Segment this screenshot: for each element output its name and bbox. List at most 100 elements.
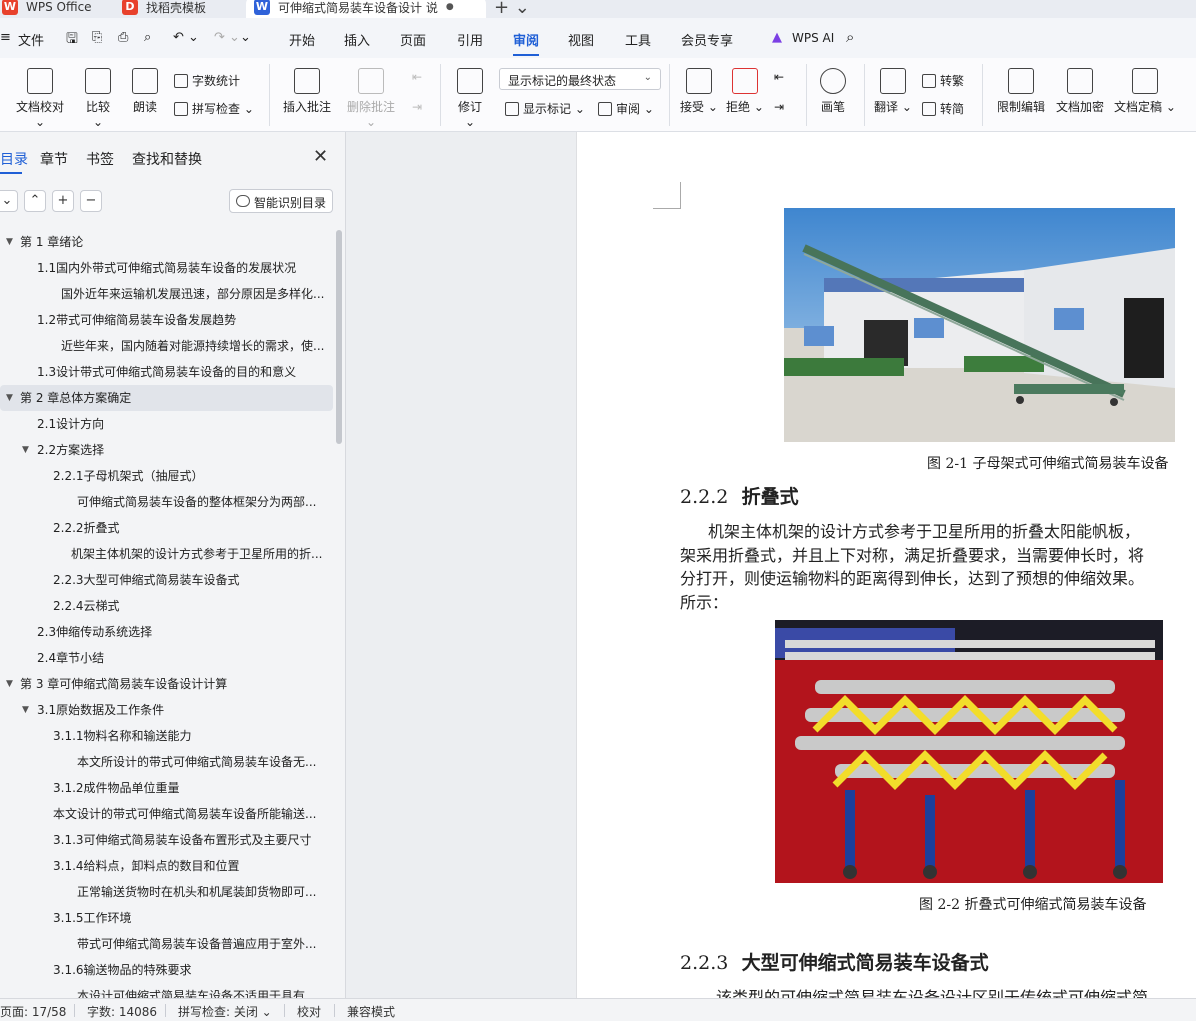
toc-item[interactable]: 3.1.4给料点，卸料点的数目和位置 [0, 853, 336, 879]
proofread-button[interactable]: 文档校对 ⌄ [10, 68, 70, 129]
toc-item[interactable]: 1.2带式可伸缩简易装车设备发展趋势 [0, 307, 336, 333]
toc-item[interactable]: 机架主体机架的设计方式参考于卫星所用的折... [0, 541, 336, 567]
expand-toggle-icon[interactable]: ▼ [22, 437, 29, 463]
toc-item[interactable]: 1.1国内外带式可伸缩式简易装车设备的发展状况 [0, 255, 336, 281]
toc-item[interactable]: 本文设计的带式可伸缩式简易装车设备所能输送... [0, 801, 336, 827]
toc-item-label: 3.1原始数据及工作条件 [37, 703, 165, 717]
expand-toggle-icon[interactable]: ▼ [6, 229, 13, 255]
to-simplified-label: 转简 [940, 102, 965, 116]
menu-view[interactable]: 视图 [568, 30, 594, 49]
save-icon[interactable]: 🖫 [66, 28, 78, 52]
redo-icon[interactable]: ↷ ⌄ [214, 30, 240, 45]
toc-item[interactable]: 3.1.5工作环境 [0, 905, 336, 931]
menu-insert[interactable]: 插入 [344, 30, 370, 49]
restrict-edit-button[interactable]: 限制编辑 [994, 68, 1048, 115]
page-indicator[interactable]: 页面: 17/58 [0, 1003, 66, 1020]
toc-item[interactable]: ▼ 第 2 章总体方案确定 [0, 385, 333, 411]
spell-check-status[interactable]: 拼写检查: 关闭 ⌄ [178, 1003, 272, 1020]
revise-button[interactable]: 修订 ⌄ [452, 68, 488, 129]
translate-button[interactable]: 翻译 ⌄ [874, 68, 912, 115]
expand-toggle-icon[interactable]: ▼ [22, 697, 29, 723]
to-simplified-button[interactable]: 转简 [922, 100, 964, 117]
toc-item[interactable]: 3.1.1物料名称和输送能力 [0, 723, 336, 749]
compare-button[interactable]: 比较 ⌄ [80, 68, 116, 129]
tab-template[interactable]: D 找稻壳模板 [112, 0, 240, 18]
nav-scrollbar[interactable] [336, 230, 342, 444]
quick-access-more-icon[interactable]: ⌄ [240, 30, 251, 45]
encrypt-button[interactable]: 文档加密 [1054, 68, 1106, 115]
menu-review[interactable]: 审阅 [513, 30, 539, 49]
collapse-all-button[interactable]: ⌄ [0, 190, 18, 212]
next-comment-icon[interactable]: ⇥ [412, 100, 422, 114]
delete-comment-button[interactable]: 删除批注 ⌄ [342, 68, 400, 129]
toc-item[interactable]: 3.1.2成件物品单位重量 [0, 775, 336, 801]
spell-check-button[interactable]: 拼写检查 ⌄ [174, 100, 254, 117]
toc-item[interactable]: 2.1设计方向 [0, 411, 336, 437]
export-icon[interactable]: ⎘ [92, 30, 102, 45]
toc-item[interactable]: 1.3设计带式可伸缩式简易装车设备的目的和意义 [0, 359, 336, 385]
wps-ai-button[interactable]: WPS AI [792, 31, 834, 45]
print-preview-icon[interactable]: ⌕ [144, 30, 151, 45]
menu-reference[interactable]: 引用 [457, 30, 483, 49]
toc-item[interactable]: 2.2.3大型可伸缩式简易装车设备式 [0, 567, 336, 593]
toc-item[interactable]: 3.1.3可伸缩式简易装车设备布置形式及主要尺寸 [0, 827, 336, 853]
toc-item[interactable]: 2.4章节小结 [0, 645, 336, 671]
toc-item[interactable]: 带式可伸缩式简易装车设备普遍应用于室外... [0, 931, 336, 957]
nav-tab-toc[interactable]: 目录 [0, 149, 28, 169]
nav-tab-chapters[interactable]: 章节 [40, 149, 68, 169]
undo-icon[interactable]: ↶ ⌄ [173, 30, 199, 45]
menu-file[interactable]: 文件 [18, 30, 44, 49]
expand-toggle-icon[interactable]: ▼ [6, 385, 13, 411]
expand-toggle-icon[interactable]: ▼ [6, 671, 13, 697]
hamburger-icon[interactable]: ≡ [0, 30, 11, 45]
markup-state-select[interactable]: 显示标记的最终状态 ⌄ [499, 68, 661, 90]
toc-item[interactable]: 2.2.4云梯式 [0, 593, 336, 619]
search-icon[interactable]: ⌕ [846, 28, 854, 46]
add-heading-button[interactable]: + [52, 190, 74, 212]
toc-item[interactable]: 2.2.2折叠式 [0, 515, 336, 541]
menu-page[interactable]: 页面 [400, 30, 426, 49]
toc-item[interactable]: ▼ 3.1原始数据及工作条件 [0, 697, 336, 723]
insert-comment-button[interactable]: 插入批注 [282, 68, 332, 115]
tab-document[interactable]: W 可伸缩式简易装车设备设计 说 ● [246, 0, 486, 18]
read-aloud-button[interactable]: 朗读 [130, 68, 160, 115]
prev-change-icon[interactable]: ⇤ [774, 70, 784, 84]
toc-item[interactable]: 本设计可伸缩式简易装车设备不适用于具有... [0, 983, 336, 998]
smart-toc-button[interactable]: 智能识别目录 [229, 189, 333, 213]
toc-item[interactable]: ▼ 第 1 章绪论 [0, 229, 336, 255]
toc-item[interactable]: 2.2.1子母机架式（抽屉式） [0, 463, 336, 489]
toc-item[interactable]: 正常输送货物时在机头和机尾装卸货物即可... [0, 879, 336, 905]
menu-tools[interactable]: 工具 [625, 30, 651, 49]
word-count-button[interactable]: 字数统计 [174, 72, 240, 89]
menu-start[interactable]: 开始 [289, 30, 315, 49]
prev-comment-icon[interactable]: ⇤ [412, 70, 422, 84]
finalize-button[interactable]: 文档定稿 ⌄ [1114, 68, 1176, 115]
toc-item[interactable]: 本文所设计的带式可伸缩式简易装车设备无... [0, 749, 336, 775]
remove-heading-button[interactable]: − [80, 190, 102, 212]
toc-item[interactable]: ▼ 第 3 章可伸缩式简易装车设备设计计算 [0, 671, 336, 697]
toc-item[interactable]: ▼ 2.2方案选择 [0, 437, 336, 463]
new-tab-button[interactable]: + ⌄ [494, 0, 530, 18]
review-pane-button[interactable]: 审阅 ⌄ [598, 100, 654, 117]
toc-item[interactable]: 国外近年来运输机发展迅速，部分原因是多样化... [0, 281, 336, 307]
accept-button[interactable]: 接受 ⌄ [680, 68, 718, 115]
show-markup-button[interactable]: 显示标记 ⌄ [505, 100, 585, 117]
nav-tab-find-replace[interactable]: 查找和替换 [132, 149, 202, 169]
document-page[interactable]: 图 2-1 子母架式可伸缩式简易装车设备 2.2.2 折叠式 机架主体机架的设计… [576, 132, 1196, 998]
toc-item[interactable]: 近些年来，国内随着对能源持续增长的需求，使... [0, 333, 336, 359]
toc-item[interactable]: 3.1.6输送物品的特殊要求 [0, 957, 336, 983]
nav-tab-bookmarks[interactable]: 书签 [86, 149, 114, 169]
to-traditional-button[interactable]: 转繁 [922, 72, 964, 89]
tab-wps-office[interactable]: W WPS Office [2, 0, 92, 18]
pen-button[interactable]: 画笔 [818, 68, 848, 115]
proof-status[interactable]: 校对 [297, 1003, 321, 1020]
promote-level-button[interactable]: ⌃ [24, 190, 46, 212]
toc-item[interactable]: 可伸缩式简易装车设备的整体框架分为两部... [0, 489, 336, 515]
menu-member[interactable]: 会员专享 [681, 30, 733, 49]
toc-item[interactable]: 2.3伸缩传动系统选择 [0, 619, 336, 645]
word-count-indicator[interactable]: 字数: 14086 [87, 1003, 157, 1020]
next-change-icon[interactable]: ⇥ [774, 100, 784, 114]
close-icon[interactable]: ✕ [313, 146, 328, 167]
print-icon[interactable]: ⎙ [118, 30, 128, 45]
reject-button[interactable]: 拒绝 ⌄ [726, 68, 764, 115]
